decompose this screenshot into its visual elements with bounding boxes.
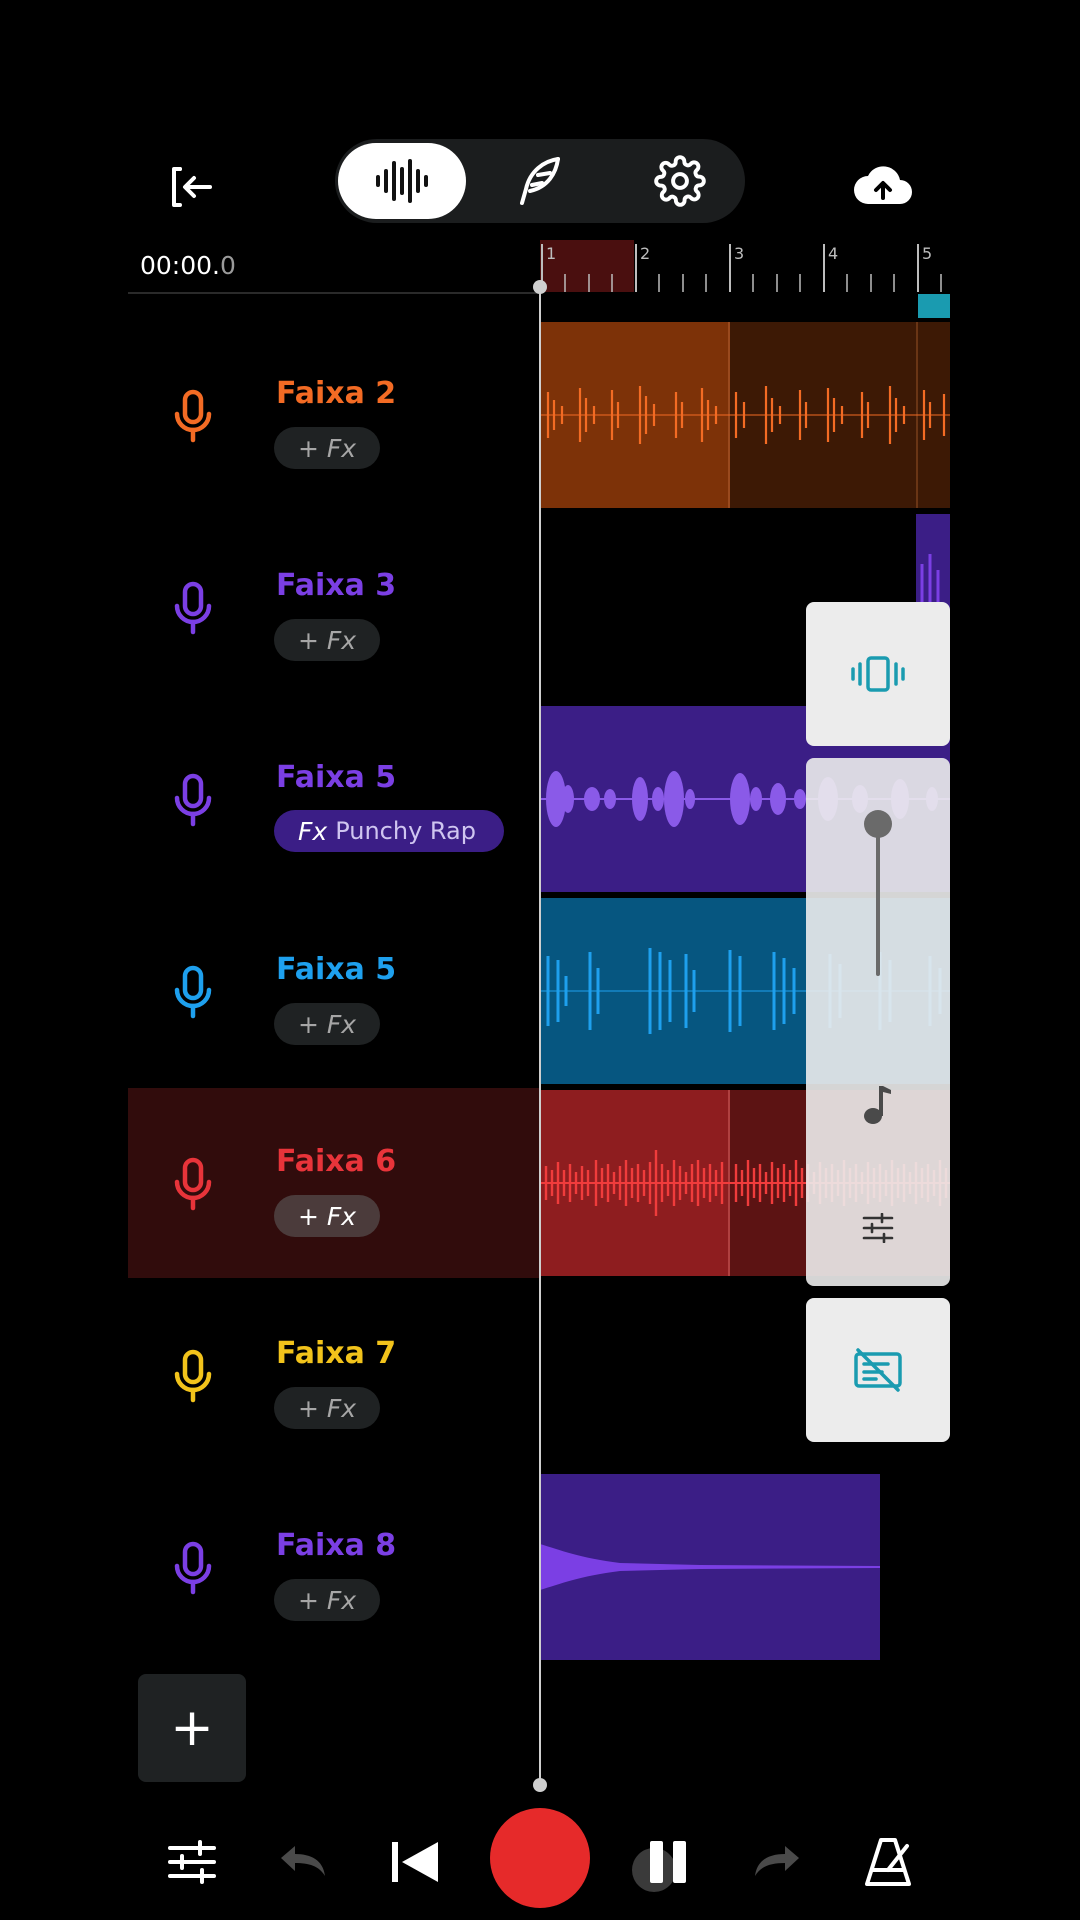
timeline-divider [128,292,540,294]
volume-slider-track[interactable] [876,826,880,976]
bar-label-2: 2 [640,244,651,263]
track-mic-button[interactable] [166,1536,220,1600]
metronome-icon [865,1838,911,1886]
skip-back-icon [392,1842,438,1882]
redo-button[interactable] [746,1834,810,1890]
bar-label-3: 3 [734,244,745,263]
microphone-icon [174,1541,212,1595]
playhead[interactable] [539,284,541,1784]
upload-button[interactable] [848,155,918,215]
waveform [540,386,950,444]
tab-settings[interactable] [640,143,720,219]
track-name[interactable]: Faixa 2 [276,376,396,411]
track-name[interactable]: Faixa 3 [276,568,396,603]
track-name[interactable]: Faixa 7 [276,1336,396,1371]
track-mic-button[interactable] [166,960,220,1024]
bar-label-5: 5 [922,244,933,263]
waveform-icon [376,159,428,203]
track-name[interactable]: Faixa 8 [276,1528,396,1563]
microphone-icon [174,773,212,827]
microphone-icon [174,1349,212,1403]
audio-clip[interactable] [540,1474,880,1660]
skip-back-button[interactable] [380,1826,452,1898]
pause-icon [650,1841,686,1883]
track-mic-button[interactable] [166,384,220,448]
add-fx-button[interactable]: + Fx [274,1387,380,1429]
bar-label-4: 4 [828,244,839,263]
add-fx-button[interactable]: + Fx [274,1195,380,1237]
metronome-button[interactable] [856,1826,920,1898]
track-name[interactable]: Faixa 5 [276,760,396,795]
lyrics-toggle-button[interactable] [806,1298,950,1442]
exit-icon [172,167,212,207]
pitch-button[interactable] [854,1076,902,1132]
track-name[interactable]: Faixa 6 [276,1144,396,1179]
add-fx-button[interactable]: + Fx [274,1003,380,1045]
cloud-upload-icon [854,166,912,204]
audio-clip[interactable] [540,322,950,508]
undo-icon [281,1846,325,1876]
gear-icon [654,155,706,207]
add-track-label: + [170,1698,214,1758]
fx-preset-button[interactable]: Fx Punchy Rap [274,810,504,852]
undo-button[interactable] [270,1834,334,1890]
microphone-icon [174,581,212,635]
pause-button[interactable] [632,1826,704,1898]
waveform [540,1544,880,1590]
mixer-button[interactable] [160,1830,224,1894]
tune-icon [862,1213,894,1243]
time-counter: 00:00.0 [140,251,236,280]
microphone-icon [174,1157,212,1211]
sliders-icon [168,1840,216,1884]
bar-label-1: 1 [546,244,557,263]
music-note-icon [864,1086,891,1124]
add-fx-button[interactable]: + Fx [274,619,380,661]
track-mic-button[interactable] [166,1152,220,1216]
microphone-icon [174,389,212,443]
vibrate-button[interactable] [806,602,950,746]
vibrate-icon [851,656,905,692]
time-fraction: 0 [220,251,236,280]
add-fx-button[interactable]: + Fx [274,1579,380,1621]
mixer-settings-button[interactable] [854,1204,902,1252]
add-track-button[interactable]: + [138,1674,246,1782]
fx-preset-name: Punchy Rap [335,817,476,845]
track-mic-button[interactable] [166,1344,220,1408]
volume-slider-thumb[interactable] [864,810,892,838]
tab-waveform[interactable] [338,143,466,219]
track-mic-button[interactable] [166,768,220,832]
ruler-ticks [541,244,942,292]
playhead-bottom-handle[interactable] [533,1778,547,1792]
tab-feather[interactable] [500,143,580,219]
track-control-panel [806,758,950,1286]
redo-icon [755,1846,799,1876]
track-name[interactable]: Faixa 5 [276,952,396,987]
timeline-ruler[interactable]: 1 2 3 4 5 [540,240,950,292]
fx-label: Fx [298,816,328,846]
lyrics-off-icon [854,1348,902,1392]
loop-end-marker[interactable] [918,294,950,318]
feather-icon [520,157,560,205]
track-mic-button[interactable] [166,576,220,640]
exit-button[interactable] [160,155,224,219]
playhead-top-handle[interactable] [533,280,547,294]
microphone-icon [174,965,212,1019]
add-fx-button[interactable]: + Fx [274,427,380,469]
time-main: 00:00. [140,251,220,280]
record-button[interactable] [490,1808,590,1908]
